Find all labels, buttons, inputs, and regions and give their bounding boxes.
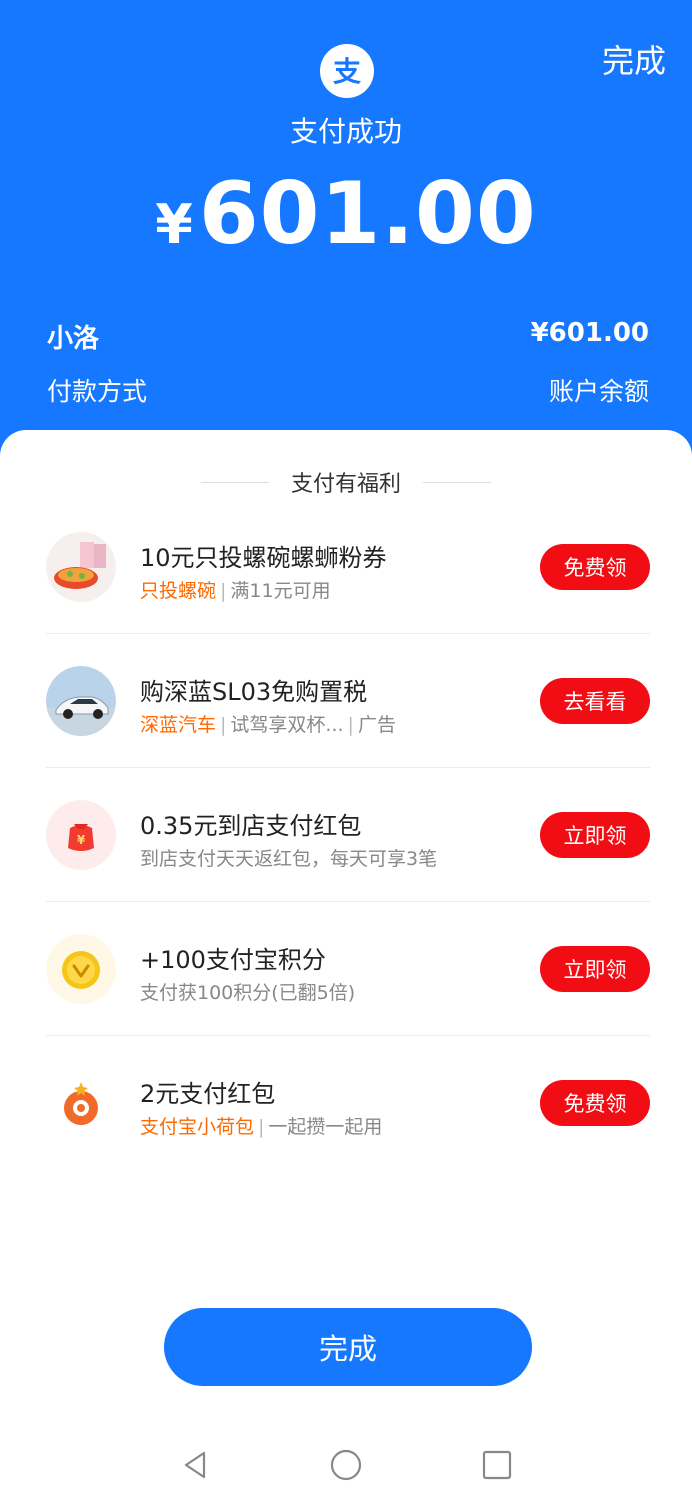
payee-name: 小洛 xyxy=(47,324,100,354)
system-nav-bar xyxy=(0,1430,692,1500)
currency-symbol: ¥ xyxy=(155,193,193,256)
divider xyxy=(200,481,269,483)
benefits-title: 支付有福利 xyxy=(290,472,401,497)
benefit-title: 10元只投螺碗螺蛳粉券 xyxy=(140,544,387,572)
savings-pouch-icon xyxy=(46,1068,116,1138)
alipay-logo-icon: 支 xyxy=(320,44,374,98)
payment-amount: ¥ 601.00 xyxy=(0,164,692,264)
points-coin-icon xyxy=(46,934,116,1004)
red-packet-icon: ¥ xyxy=(46,800,116,870)
payment-method-label: 付款方式 xyxy=(47,377,148,406)
claim-now-button[interactable]: 立即领 xyxy=(540,946,650,992)
benefit-desc: 到店支付天天返红包，每天可享3笔 xyxy=(140,848,438,870)
benefit-item[interactable]: +100支付宝积分 支付获100积分(已翻5倍) 立即领 xyxy=(46,902,650,1036)
separator: | xyxy=(220,714,227,736)
benefit-item[interactable]: ¥ 0.35元到店支付红包 到店支付天天返红包，每天可享3笔 立即领 xyxy=(46,768,650,902)
payment-status: 支付成功 xyxy=(289,115,402,148)
benefits-header: 支付有福利 xyxy=(0,466,692,498)
claim-button[interactable]: 免费领 xyxy=(540,544,650,590)
svg-text:¥: ¥ xyxy=(77,833,86,847)
view-button[interactable]: 去看看 xyxy=(540,678,650,724)
benefit-title: 0.35元到店支付红包 xyxy=(140,812,362,840)
benefit-brand: 只投螺碗 xyxy=(140,580,217,602)
benefit-item[interactable]: 购深蓝SL03免购置税 深蓝汽车 | 试驾享双杯... | 广告 去看看 xyxy=(46,634,650,768)
separator: | xyxy=(220,580,227,602)
home-nav-icon[interactable] xyxy=(328,1447,364,1483)
benefit-item[interactable]: 10元只投螺碗螺蛳粉券 只投螺碗 | 满11元可用 免费领 xyxy=(46,500,650,634)
car-icon xyxy=(46,666,116,736)
benefit-subtitle: 支付获100积分(已翻5倍) xyxy=(140,978,355,1005)
ad-label: 广告 xyxy=(357,714,396,736)
benefit-subtitle: 支付宝小荷包 | 一起攒一起用 xyxy=(140,1112,382,1139)
benefit-desc: 一起攒一起用 xyxy=(268,1116,383,1138)
snail-noodle-product-icon xyxy=(46,532,116,602)
benefit-title: 购深蓝SL03免购置税 xyxy=(140,678,368,706)
separator: | xyxy=(347,714,354,736)
claim-now-button[interactable]: 立即领 xyxy=(540,812,650,858)
recents-nav-icon[interactable] xyxy=(479,1447,515,1483)
claim-button[interactable]: 免费领 xyxy=(540,1080,650,1126)
benefit-subtitle: 到店支付天天返红包，每天可享3笔 xyxy=(140,844,437,871)
benefit-title: +100支付宝积分 xyxy=(140,946,326,974)
payee-row: 小洛 ¥601.00 xyxy=(47,318,649,355)
benefits-sheet: 支付有福利 10元只投螺碗螺蛳粉券 只投螺碗 | 满11元可用 免费领 购深蓝S… xyxy=(0,430,692,1500)
svg-text:支: 支 xyxy=(333,55,361,88)
benefit-desc: 满11元可用 xyxy=(230,580,331,602)
benefit-subtitle: 深蓝汽车 | 试驾享双杯... | 广告 xyxy=(140,710,396,737)
benefit-title: 2元支付红包 xyxy=(140,1080,276,1108)
benefit-desc: 支付获100积分(已翻5倍) xyxy=(140,982,356,1004)
back-nav-icon[interactable] xyxy=(177,1447,213,1483)
payment-method-row: 付款方式 账户余额 xyxy=(47,372,649,408)
separator: | xyxy=(258,1116,265,1138)
payee-amount: ¥601.00 xyxy=(530,318,649,348)
benefit-brand: 支付宝小荷包 xyxy=(140,1116,255,1138)
divider xyxy=(423,481,491,483)
benefit-brand: 深蓝汽车 xyxy=(140,714,217,736)
benefit-item[interactable]: 2元支付红包 支付宝小荷包 | 一起攒一起用 免费领 xyxy=(46,1036,650,1170)
benefit-subtitle: 只投螺碗 | 满11元可用 xyxy=(140,576,331,603)
payment-method-value: 账户余额 xyxy=(548,377,649,406)
amount-value: 601.00 xyxy=(198,164,537,264)
done-button[interactable]: 完成 xyxy=(164,1308,532,1386)
benefit-desc: 试驾享双杯... xyxy=(230,714,344,736)
top-done-button[interactable]: 完成 xyxy=(602,36,666,82)
